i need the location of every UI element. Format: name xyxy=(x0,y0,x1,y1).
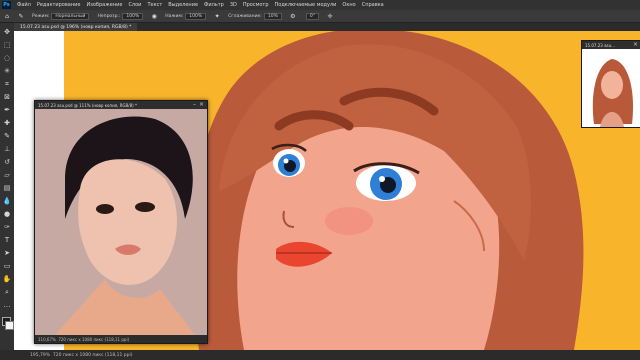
reference-right-eye xyxy=(135,202,155,212)
shape-icon[interactable]: ▭ xyxy=(2,261,12,271)
tools-panel: ✥ ⬚ ◌ ✳ ⌗ ⊠ ✒ ✚ ✎ ⊥ ↺ ▱ ▤ 💧 ● ✑ T ➤ ▭ ✋ … xyxy=(0,23,14,350)
more-tools-icon[interactable]: … xyxy=(2,300,12,310)
path-select-icon[interactable]: ➤ xyxy=(2,248,12,258)
menu-image[interactable]: Изображение xyxy=(83,2,125,8)
eraser-icon[interactable]: ▱ xyxy=(2,170,12,180)
mode-label: Режим: xyxy=(32,13,50,19)
menu-view[interactable]: Просмотр xyxy=(240,2,272,8)
background-color-swatch[interactable] xyxy=(5,321,14,330)
settings-gear-icon[interactable]: ⚙ xyxy=(289,12,297,20)
home-icon[interactable]: ⌂ xyxy=(3,12,11,20)
navigator-title: 15.07.23 asu... xyxy=(585,42,615,48)
status-zoom: 195,79% xyxy=(30,352,51,358)
menu-bar: Ps Файл Редактирование Изображение Слои … xyxy=(0,0,640,10)
gradient-icon[interactable]: ▤ xyxy=(2,183,12,193)
status-size: 720 пикс x 1080 пикс (118,11 ppi) xyxy=(52,352,133,358)
opacity-label: Непрозр.: xyxy=(97,13,121,19)
reference-image xyxy=(35,109,207,335)
eyedropper-icon[interactable]: ✒ xyxy=(2,105,12,115)
menu-3d[interactable]: 3D xyxy=(227,2,240,8)
dodge-icon[interactable]: ● xyxy=(2,209,12,219)
hand-icon[interactable]: ✋ xyxy=(2,274,12,284)
options-bar: ⌂ ✎ Режим: Нормальный Непрозр.: 100% ◉ Наж… xyxy=(0,10,640,23)
brush-icon[interactable]: ✎ xyxy=(2,131,12,141)
angle-field[interactable]: 0° xyxy=(305,12,319,20)
reference-zoom: 110,67% xyxy=(38,336,56,342)
flow-label: Нажим: xyxy=(165,13,184,19)
menu-help[interactable]: Справка xyxy=(359,2,387,8)
mode-select[interactable]: Нормальный xyxy=(51,12,90,20)
type-icon[interactable]: T xyxy=(2,235,12,245)
navigator-face xyxy=(601,71,623,99)
symmetry-icon[interactable]: ✢ xyxy=(326,12,334,20)
close-icon[interactable]: × xyxy=(199,101,204,109)
cheek-blush xyxy=(325,207,373,235)
frame-icon[interactable]: ⊠ xyxy=(2,92,12,102)
move-icon[interactable]: ✥ xyxy=(2,27,12,37)
menu-layers[interactable]: Слои xyxy=(125,2,144,8)
history-brush-icon[interactable]: ↺ xyxy=(2,157,12,167)
menu-type[interactable]: Текст xyxy=(144,2,165,8)
minimize-icon[interactable]: – xyxy=(193,101,196,109)
lasso-icon[interactable]: ◌ xyxy=(2,53,12,63)
marquee-icon[interactable]: ⬚ xyxy=(2,40,12,50)
menu-filter[interactable]: Фильтр xyxy=(201,2,227,8)
reference-window-title: 15.07.23 asu.psd @ 111% (новр копия, RGB… xyxy=(38,102,138,108)
navigator-window[interactable]: 15.07.23 asu... × xyxy=(581,40,640,128)
smoothing-field[interactable]: 10% xyxy=(263,12,282,20)
left-eye-highlight xyxy=(283,158,289,164)
photoshop-logo: Ps xyxy=(2,1,11,9)
zoom-icon[interactable]: ⌕ xyxy=(2,287,12,297)
brush-preset-icon[interactable]: ✎ xyxy=(17,12,25,20)
menu-select[interactable]: Выделение xyxy=(165,2,201,8)
menu-window[interactable]: Окно xyxy=(339,2,358,8)
document-tabs: 15.07.23 asu.psd @ 196% (новр копия, RGB… xyxy=(14,23,640,31)
opacity-field[interactable]: 100% xyxy=(122,12,144,20)
quick-select-icon[interactable]: ✳ xyxy=(2,66,12,76)
status-bar: 195,79% 720 пикс x 1080 пикс (118,11 ppi… xyxy=(0,350,640,360)
menu-file[interactable]: Файл xyxy=(14,2,34,8)
document-tab[interactable]: 15.07.23 asu.psd @ 196% (новр копия, RGB… xyxy=(14,23,138,31)
crop-icon[interactable]: ⌗ xyxy=(2,79,12,89)
navigator-close-icon[interactable]: × xyxy=(633,41,638,49)
color-swatches[interactable] xyxy=(2,317,14,330)
reference-window[interactable]: 15.07.23 asu.psd @ 111% (новр копия, RGB… xyxy=(34,100,208,344)
reference-size: 720 пикс x 1080 пикс (118,11 ppi) xyxy=(58,336,130,342)
navigator-preview xyxy=(582,49,640,127)
airbrush-icon[interactable]: ✦ xyxy=(213,12,221,20)
blur-icon[interactable]: 💧 xyxy=(2,196,12,206)
reference-left-eye xyxy=(96,204,114,214)
menu-plugins[interactable]: Подключаемые модули xyxy=(272,2,340,8)
healing-icon[interactable]: ✚ xyxy=(2,118,12,128)
smoothing-label: Сглаживание: xyxy=(228,13,262,19)
pressure-opacity-icon[interactable]: ◉ xyxy=(150,12,158,20)
flow-field[interactable]: 100% xyxy=(185,12,207,20)
right-eye-highlight xyxy=(379,176,385,182)
pen-icon[interactable]: ✑ xyxy=(2,222,12,232)
clone-stamp-icon[interactable]: ⊥ xyxy=(2,144,12,154)
menu-edit[interactable]: Редактирование xyxy=(34,2,84,8)
